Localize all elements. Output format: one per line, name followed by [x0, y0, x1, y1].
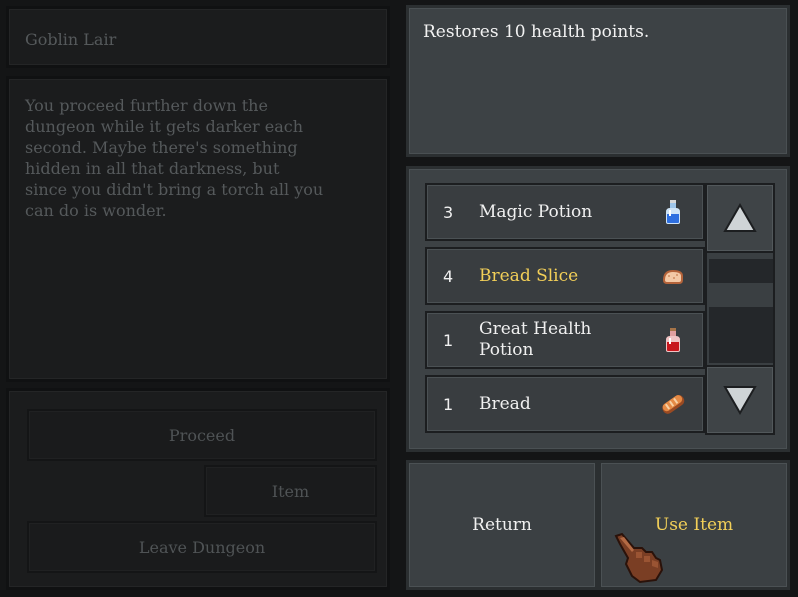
- bread-icon: [662, 394, 685, 414]
- inventory-item-selected[interactable]: 4 Bread Slice: [425, 247, 705, 305]
- bread-slice-icon: [663, 270, 683, 284]
- narrative-line: dungeon while it gets darker each: [25, 117, 304, 136]
- return-button[interactable]: Return: [406, 460, 598, 590]
- item-name: Bread: [479, 393, 531, 414]
- location-panel: Goblin Lair: [6, 6, 390, 68]
- pointing-hand-cursor-icon: [614, 532, 664, 584]
- inventory-item[interactable]: 1 Bread: [425, 375, 705, 433]
- item-name-line: Great Health: [479, 319, 592, 339]
- item-name: Magic Potion: [479, 201, 593, 222]
- inventory-item[interactable]: 3 Magic Potion: [425, 183, 705, 241]
- inventory-item[interactable]: 1 Great Health Potion: [425, 311, 705, 369]
- scroll-up-button[interactable]: [705, 183, 775, 253]
- triangle-down-icon: [723, 386, 757, 415]
- narrative-line: since you didn't bring a torch all you: [25, 180, 324, 199]
- item-name-line: Potion: [479, 340, 534, 360]
- inventory-panel: 3 Magic Potion 4 Bread Slice 1 Great Hea…: [406, 166, 790, 452]
- narrative-line: hidden in all that darkness, but: [25, 159, 280, 178]
- actions-panel: Proceed Item Leave Dungeon: [6, 388, 390, 590]
- item-quantity: 4: [443, 266, 454, 286]
- narrative-line: can do is wonder.: [25, 201, 167, 220]
- item-description: Restores 10 health points.: [423, 22, 650, 42]
- triangle-up-icon: [723, 203, 757, 232]
- leave-dungeon-button[interactable]: Leave Dungeon: [27, 521, 377, 573]
- location-title: Goblin Lair: [25, 30, 117, 49]
- narrative-panel: You proceed further down the dungeon whi…: [6, 76, 390, 382]
- scrollbar-track[interactable]: [705, 253, 775, 365]
- proceed-button[interactable]: Proceed: [27, 409, 377, 461]
- scrollbar-segment: [709, 307, 773, 363]
- blue-potion-icon: [666, 200, 680, 224]
- scrollbar-segment: [709, 259, 773, 283]
- narrative-text: You proceed further down the dungeon whi…: [25, 95, 385, 221]
- item-quantity: 1: [443, 330, 454, 350]
- item-button[interactable]: Item: [204, 465, 377, 517]
- narrative-line: You proceed further down the: [25, 96, 268, 115]
- red-potion-icon: [666, 328, 680, 352]
- narrative-line: second. Maybe there's something: [25, 138, 298, 157]
- item-description-panel: Restores 10 health points.: [406, 5, 790, 157]
- item-name: Bread Slice: [479, 265, 579, 286]
- bottom-action-panel: Return Use Item: [406, 460, 790, 590]
- item-name: Great Health Potion: [479, 313, 649, 367]
- item-quantity: 1: [443, 394, 454, 414]
- scroll-down-button[interactable]: [705, 365, 775, 435]
- item-quantity: 3: [443, 202, 454, 222]
